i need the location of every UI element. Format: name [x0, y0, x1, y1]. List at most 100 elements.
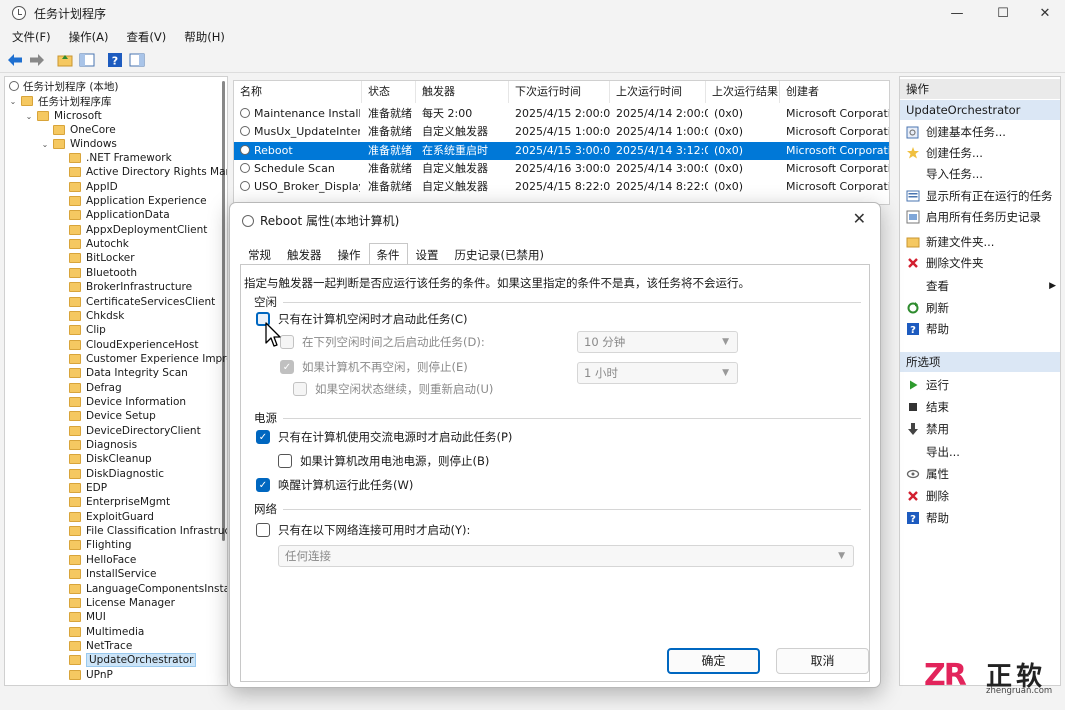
- idle-wait-select[interactable]: 10 分钟 ▼: [577, 331, 738, 353]
- action-item[interactable]: 删除文件夹: [906, 253, 1058, 273]
- tree-folder-item[interactable]: ExploitGuard: [69, 510, 154, 524]
- cancel-button[interactable]: 取消: [776, 648, 869, 674]
- task-row[interactable]: Maintenance Install 准备就绪 每天 2:00 2025/4/15 …: [234, 105, 889, 123]
- action-item[interactable]: 导出...: [906, 442, 1058, 462]
- tree-folder-item[interactable]: Diagnosis: [69, 438, 137, 452]
- close-button[interactable]: ✕: [1022, 0, 1065, 26]
- tree-onecore[interactable]: OneCore: [53, 123, 116, 137]
- idle-wait-checkbox-row[interactable]: 在下列空闲时间之后启动此任务(D):: [280, 334, 485, 350]
- collapse-icon[interactable]: ⌄: [25, 112, 33, 121]
- action-item[interactable]: ? 帮助: [906, 319, 1058, 339]
- help-icon[interactable]: ?: [106, 51, 124, 69]
- back-icon[interactable]: [6, 51, 24, 69]
- idle-start-checkbox-row[interactable]: 只有在计算机空闲时才启动此任务(C): [256, 311, 468, 327]
- minimize-button[interactable]: —: [934, 0, 980, 26]
- action-item[interactable]: 创建任务...: [906, 143, 1058, 163]
- tree-folder-item[interactable]: .NET Framework: [69, 151, 172, 165]
- tree-folder-item[interactable]: Customer Experience Impro: [69, 352, 227, 366]
- column-last-run[interactable]: 上次运行时间: [610, 81, 706, 103]
- idle-stop-checkbox-row[interactable]: ✓ 如果计算机不再空闲，则停止(E): [280, 359, 468, 375]
- tree-folder-item[interactable]: LanguageComponentsInstaller: [69, 582, 227, 596]
- power-ac-checkbox-row[interactable]: ✓ 只有在计算机使用交流电源时才启动此任务(P): [256, 429, 512, 445]
- network-checkbox-row[interactable]: 只有在以下网络连接可用时才启动(Y):: [256, 522, 470, 538]
- action-item[interactable]: ? 帮助: [906, 508, 1058, 528]
- menu-action[interactable]: 操作(A): [63, 29, 115, 45]
- tree-folder-item[interactable]: CertificateServicesClient: [69, 295, 215, 309]
- tree-folder-item[interactable]: UPnP: [69, 668, 113, 682]
- power-battery-checkbox-row[interactable]: 如果计算机改用电池电源，则停止(B): [278, 453, 489, 469]
- tree-folder-item[interactable]: InstallService: [69, 567, 156, 581]
- idle-wait-checkbox[interactable]: [280, 335, 294, 349]
- action-item[interactable]: 删除: [906, 486, 1058, 506]
- action-item[interactable]: 导入任务...: [906, 164, 1058, 184]
- idle-restart-checkbox-row[interactable]: 如果空闲状态继续，则重新启动(U): [293, 381, 493, 397]
- tree-folder-item[interactable]: Chkdsk: [69, 309, 124, 323]
- tree-folder-item[interactable]: License Manager: [69, 596, 175, 610]
- tree-library[interactable]: ⌄ 任务计划程序库: [9, 94, 112, 108]
- tree-microsoft[interactable]: ⌄ Microsoft: [25, 109, 102, 123]
- collapse-icon[interactable]: ⌄: [9, 97, 17, 106]
- tree-folder-item[interactable]: CloudExperienceHost: [69, 338, 198, 352]
- tree-folder-item[interactable]: Application Experience: [69, 194, 207, 208]
- tree-folder-item[interactable]: Clip: [69, 323, 106, 337]
- column-author[interactable]: 创建者: [780, 81, 889, 103]
- tree-folder-item[interactable]: AppID: [69, 180, 118, 194]
- power-battery-checkbox[interactable]: [278, 454, 292, 468]
- tree-folder-item[interactable]: Data Integrity Scan: [69, 366, 188, 380]
- show-hide-action-pane-icon[interactable]: [128, 51, 146, 69]
- actions-selected-section[interactable]: 所选项: [900, 352, 1060, 372]
- action-item[interactable]: 显示所有正在运行的任务: [906, 186, 1058, 206]
- idle-restart-select[interactable]: 1 小时 ▼: [577, 362, 738, 384]
- power-wake-checkbox-row[interactable]: ✓ 唤醒计算机运行此任务(W): [256, 477, 413, 493]
- tab-history[interactable]: 历史记录(已禁用): [447, 243, 552, 265]
- tree-windows[interactable]: ⌄ Windows: [41, 137, 117, 151]
- action-item[interactable]: 禁用: [906, 419, 1058, 439]
- forward-icon[interactable]: [28, 51, 46, 69]
- tab-conditions[interactable]: 条件: [368, 243, 408, 265]
- column-last-result[interactable]: 上次运行结果: [706, 81, 780, 103]
- action-item[interactable]: 查看 ▶: [906, 276, 1058, 296]
- power-ac-checkbox[interactable]: ✓: [256, 430, 270, 444]
- column-name[interactable]: 名称: [234, 81, 362, 103]
- task-row[interactable]: USO_Broker_Display 准备就绪 自定义触发器 2025/4/15 8:…: [234, 178, 889, 196]
- menu-view[interactable]: 查看(V): [120, 29, 172, 45]
- tree-folder-item[interactable]: HelloFace: [69, 553, 136, 567]
- action-item[interactable]: 刷新: [906, 298, 1058, 318]
- tree-folder-item[interactable]: ApplicationData: [69, 208, 170, 222]
- power-wake-checkbox[interactable]: ✓: [256, 478, 270, 492]
- tree-folder-item[interactable]: MUI: [69, 610, 106, 624]
- column-status[interactable]: 状态: [362, 81, 416, 103]
- tree-folder-item[interactable]: File Classification Infrastructu: [69, 524, 227, 538]
- tree-folder-item[interactable]: UpdateOrchestrator: [69, 653, 197, 668]
- up-folder-icon[interactable]: [56, 51, 74, 69]
- column-trigger[interactable]: 触发器: [416, 81, 509, 103]
- tree-root[interactable]: 任务计划程序 (本地): [9, 79, 119, 93]
- tree-folder-item[interactable]: AppxDeploymentClient: [69, 223, 207, 237]
- show-hide-console-tree-icon[interactable]: [78, 51, 96, 69]
- maximize-button[interactable]: ☐: [980, 0, 1026, 26]
- action-item[interactable]: 属性: [906, 464, 1058, 484]
- menu-file[interactable]: 文件(F): [6, 29, 57, 45]
- tree-folder-item[interactable]: DiskCleanup: [69, 452, 152, 466]
- idle-restart-checkbox[interactable]: [293, 382, 307, 396]
- tree-folder-item[interactable]: EDP: [69, 481, 107, 495]
- tree-folder-item[interactable]: Bluetooth: [69, 266, 137, 280]
- idle-stop-checkbox[interactable]: ✓: [280, 360, 294, 374]
- actions-folder-section[interactable]: UpdateOrchestrator: [900, 100, 1060, 120]
- dialog-close-button[interactable]: ✕: [853, 209, 866, 228]
- tree-folder-item[interactable]: BitLocker: [69, 251, 135, 265]
- ok-button[interactable]: 确定: [667, 648, 760, 674]
- tree-folder-item[interactable]: Device Setup: [69, 409, 156, 423]
- tab-triggers[interactable]: 触发器: [279, 243, 330, 265]
- action-item[interactable]: 启用所有任务历史记录: [906, 207, 1058, 227]
- tree-folder-item[interactable]: Active Directory Rights Mana: [69, 165, 227, 179]
- column-next-run[interactable]: 下次运行时间: [509, 81, 610, 103]
- tree-folder-item[interactable]: EnterpriseMgmt: [69, 495, 170, 509]
- tree-folder-item[interactable]: Defrag: [69, 381, 122, 395]
- tree-folder-item[interactable]: Autochk: [69, 237, 129, 251]
- tree-folder-item[interactable]: NetTrace: [69, 639, 132, 653]
- action-item[interactable]: 创建基本任务...: [906, 122, 1058, 142]
- task-row[interactable]: Reboot 准备就绪 在系统重启时 2025/4/15 3:00:00 2025/4/…: [234, 141, 889, 160]
- tab-actions[interactable]: 操作: [330, 243, 369, 265]
- tab-settings[interactable]: 设置: [408, 243, 447, 265]
